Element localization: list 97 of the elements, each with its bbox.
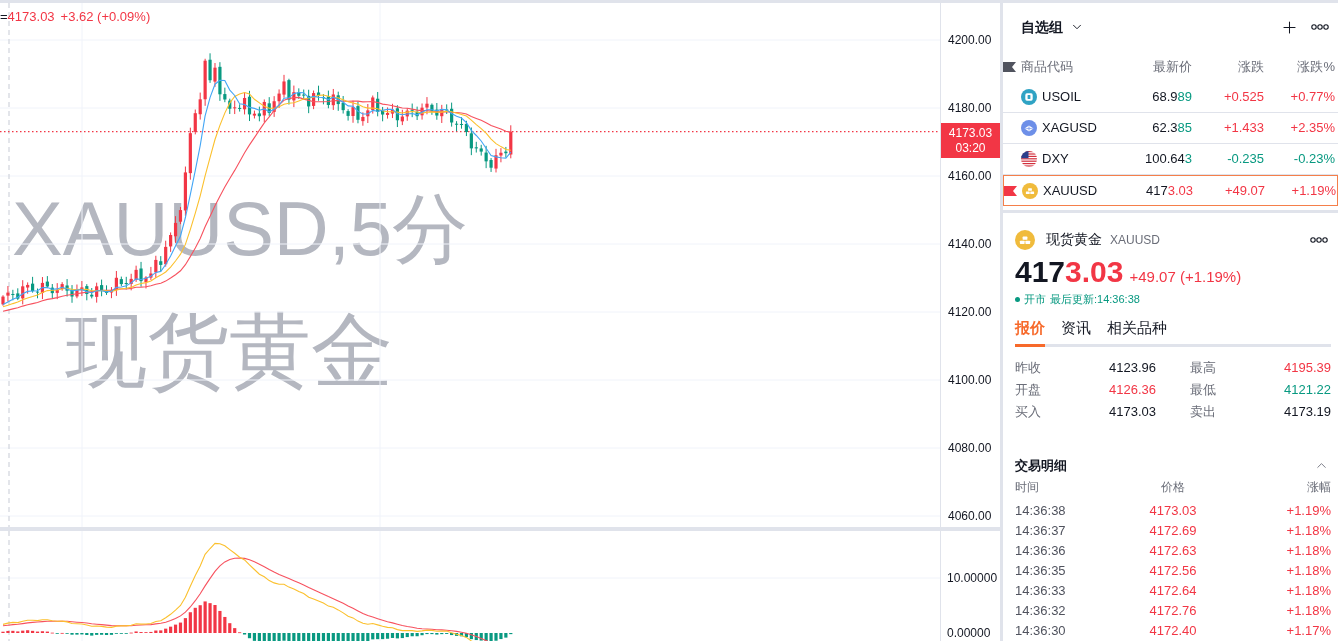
column-header[interactable]: 最新价 xyxy=(1105,56,1192,77)
indicator-axis-label: 0.00000 xyxy=(947,625,991,641)
price-axis-label: 4100.00 xyxy=(948,372,992,388)
flag-icon xyxy=(1003,61,1016,72)
watchlist-row[interactable]: XAUUSD 4173.03 +49.07 +1.19% xyxy=(1003,175,1338,206)
column-header: 价格 xyxy=(1160,479,1186,497)
symbol-label: XAUUSD xyxy=(1043,181,1098,200)
indicator-axis-label: 10.00000 xyxy=(947,570,998,586)
change-percent: +2.35% xyxy=(1289,119,1335,138)
last-update-time: 最后更新:14:36:38 xyxy=(1050,292,1140,308)
change-percent: -0.23% xyxy=(1292,150,1335,169)
last-price-label: 4173.03 xyxy=(948,125,993,141)
symbol-label: DXY xyxy=(1042,150,1069,169)
diamond-logo-icon xyxy=(1021,120,1037,136)
us-flag-icon xyxy=(1021,151,1037,167)
trade-change-percent: +1.18% xyxy=(1285,602,1331,621)
price-axis-label: 4060.00 xyxy=(948,508,992,524)
column-header: 时间 xyxy=(1015,479,1040,497)
countdown-label: 03:20 xyxy=(955,140,986,156)
stat-value: 4173.03 xyxy=(1109,402,1156,421)
stat-value: 4126.36 xyxy=(1109,380,1156,399)
stat-label: 最低 xyxy=(1190,380,1216,399)
trade-change-percent: +1.17% xyxy=(1285,622,1331,641)
column-header[interactable]: 涨跌 xyxy=(1192,56,1264,77)
price-axis-label: 4120.00 xyxy=(948,304,992,320)
stat-value: 4121.22 xyxy=(1284,380,1331,399)
change-percent: +0.77% xyxy=(1289,88,1335,107)
trade-change-percent: +1.19% xyxy=(1285,502,1331,521)
symbol-label: USOIL xyxy=(1042,88,1081,107)
column-header[interactable]: 涨跌% xyxy=(1264,56,1335,77)
trade-time: 14:36:33 xyxy=(1015,582,1067,601)
more-button[interactable] xyxy=(1310,236,1328,243)
watchlist-row[interactable]: XAGUSD 62.385 +1.433 +2.35% xyxy=(1003,113,1338,144)
trade-change-percent: +1.18% xyxy=(1285,522,1331,541)
legend-change-value: +3.62 (+0.09%) xyxy=(60,8,151,26)
more-icon xyxy=(1311,24,1329,30)
last-price: 100.643 xyxy=(1144,150,1192,169)
change-value: -0.235 xyxy=(1226,150,1264,169)
legend-label: = xyxy=(0,8,8,26)
tab[interactable]: 相关品种 xyxy=(1107,318,1167,348)
tab[interactable]: 资讯 xyxy=(1061,318,1091,348)
trade-price: 4172.76 xyxy=(1148,602,1198,621)
stat-value: 4173.19 xyxy=(1284,402,1331,421)
trade-time: 14:36:38 xyxy=(1015,502,1067,521)
stat-label: 最高 xyxy=(1190,358,1216,377)
trade-change-percent: +1.18% xyxy=(1285,582,1331,601)
square-logo-icon xyxy=(1021,89,1037,105)
column-header[interactable]: 商品代码 xyxy=(1021,56,1105,77)
section-title: 交易明细 xyxy=(1015,456,1067,475)
trade-change-percent: +1.18% xyxy=(1285,562,1331,581)
watchlist-row[interactable]: USOIL 68.989 +0.525 +0.77% xyxy=(1003,82,1338,113)
instrument-name: 现货黄金 xyxy=(1046,230,1102,250)
trade-change-percent: +1.18% xyxy=(1285,542,1331,561)
trade-price: 4172.56 xyxy=(1148,562,1198,581)
trade-price: 4172.69 xyxy=(1148,522,1198,541)
watchlist-group-dropdown[interactable]: 自选组 xyxy=(1021,16,1084,38)
column-header: 涨幅 xyxy=(1306,479,1331,497)
last-price: 4173.03 xyxy=(1145,181,1193,200)
market-status: 开市 xyxy=(1024,292,1046,308)
stat-label: 卖出 xyxy=(1190,402,1216,421)
price-axis-label: 4200.00 xyxy=(948,32,992,48)
trade-time: 14:36:35 xyxy=(1015,562,1067,581)
price-axis-label: 4080.00 xyxy=(948,440,992,456)
trade-price: 4172.40 xyxy=(1148,622,1198,641)
trade-price: 4172.63 xyxy=(1148,542,1198,561)
last-price: 62.385 xyxy=(1151,119,1192,138)
stat-value: 4123.96 xyxy=(1109,358,1156,377)
trade-price: 4172.64 xyxy=(1148,582,1198,601)
more-icon xyxy=(1310,236,1328,243)
stat-label: 昨收 xyxy=(1015,358,1041,377)
change-value: +1.433 xyxy=(1222,119,1264,138)
last-price: 68.989 xyxy=(1151,88,1192,107)
trade-price: 4173.03 xyxy=(1148,502,1198,521)
price-axis-label: 4160.00 xyxy=(948,168,992,184)
stacked-bars-icon xyxy=(1015,229,1035,250)
change-value: +0.525 xyxy=(1222,88,1264,107)
stat-label: 买入 xyxy=(1015,402,1041,421)
trade-time: 14:36:37 xyxy=(1015,522,1067,541)
symbol-label: XAGUSD xyxy=(1042,119,1097,138)
watchlist-row[interactable]: DXY 100.643 -0.235 -0.23% xyxy=(1003,144,1338,175)
name-watermark: 现货黄金 xyxy=(65,310,393,392)
stat-label: 开盘 xyxy=(1015,380,1041,399)
trade-time: 14:36:36 xyxy=(1015,542,1067,561)
price-axis-label: 4140.00 xyxy=(948,236,992,252)
quote-price: 4173.03 xyxy=(1015,253,1124,290)
trade-time: 14:36:32 xyxy=(1015,602,1067,621)
more-button[interactable] xyxy=(1311,24,1329,30)
change-value: +49.07 xyxy=(1223,181,1265,200)
trade-time: 14:36:30 xyxy=(1015,622,1067,641)
stat-value: 4195.39 xyxy=(1284,358,1331,377)
change-percent: +1.19% xyxy=(1290,181,1336,200)
instrument-symbol: XAUUSD xyxy=(1110,231,1160,249)
flag-icon xyxy=(1004,185,1017,196)
quote-change: +49.07 (+1.19%) xyxy=(1129,266,1242,287)
stacked-bars-icon xyxy=(1022,182,1038,199)
price-axis-label: 4180.00 xyxy=(948,100,992,116)
legend-close-value: 4173.03 xyxy=(7,8,55,26)
